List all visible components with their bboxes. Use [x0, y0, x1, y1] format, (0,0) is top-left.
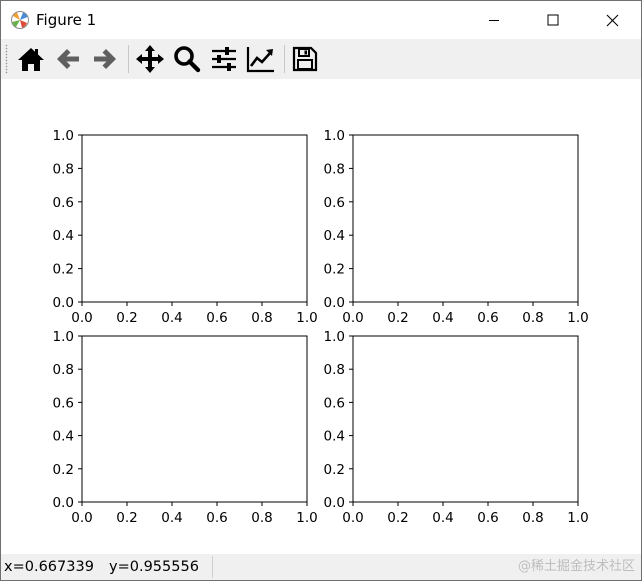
y-tick-label: 0.2 — [53, 462, 74, 478]
subplots-grid: 0.0 0.2 0.4 0.6 0.8 1.00.00.20.40.60.81.00.0 0… — [53, 128, 589, 526]
x-tick-label: 0.6 — [206, 310, 227, 326]
x-tick-label: 0.6 — [477, 310, 498, 326]
arrow-right-icon — [94, 49, 116, 69]
window-title: Figure 1 — [36, 11, 97, 29]
x-tick-label: 0.4 — [161, 510, 182, 526]
y-tick-label: 0.6 — [53, 195, 74, 211]
y-coordinate-readout: y=0.955556 — [109, 559, 199, 575]
toolbar-separator — [128, 45, 129, 73]
y-tick-label: 0.6 — [324, 195, 345, 211]
x-tick-label: 1.0 — [567, 510, 588, 526]
x-tick-label: 1.0 — [296, 510, 317, 526]
y-tick-label: 1.0 — [324, 329, 345, 345]
move-arrows-icon — [136, 45, 164, 73]
back-button[interactable] — [52, 43, 84, 75]
x-tick-label: 0.8 — [522, 510, 543, 526]
x-tick-label: 0.8 — [251, 510, 272, 526]
y-tick-label: 0.8 — [53, 161, 74, 177]
toolbar-separator — [284, 45, 285, 73]
home-button[interactable] — [15, 43, 47, 75]
y-tick-label: 0.4 — [324, 228, 345, 244]
x-tick-label: 0.2 — [387, 310, 408, 326]
x-tick-label: 0.8 — [251, 310, 272, 326]
y-tick-label: 1.0 — [53, 128, 74, 144]
axes-frame-bottom-right — [352, 335, 579, 503]
sliders-icon — [212, 47, 236, 71]
matplotlib-logo-icon — [10, 10, 30, 30]
x-tick-label: 0.0 — [71, 310, 92, 326]
title-bar: Figure 1 — [1, 1, 641, 39]
save-button[interactable] — [289, 43, 321, 75]
y-tick-label: 1.0 — [53, 329, 74, 345]
minimize-icon — [489, 20, 499, 21]
x-coordinate-readout: x=0.667339 — [4, 559, 94, 575]
y-tick-label: 0.4 — [53, 429, 74, 445]
zoom-button[interactable] — [171, 43, 203, 75]
maximize-button[interactable] — [523, 1, 583, 39]
arrow-left-icon — [57, 49, 79, 69]
status-separator — [212, 556, 213, 578]
x-tick-label: 0.0 — [342, 510, 363, 526]
floppy-disk-icon — [292, 46, 318, 72]
x-tick-label: 0.2 — [116, 510, 137, 526]
x-tick-label: 0.6 — [206, 510, 227, 526]
x-tick-label: 0.4 — [161, 310, 182, 326]
y-tick-label: 0.6 — [53, 395, 74, 411]
axes-frame-top-left — [81, 134, 308, 303]
toolbar-grip-handle[interactable] — [5, 44, 8, 74]
watermark-text: @稀土掘金技术社区 — [517, 559, 635, 574]
y-tick-label: 1.0 — [324, 128, 345, 144]
axes-frame-top-right — [352, 134, 579, 303]
y-tick-label: 0.4 — [53, 228, 74, 244]
x-tick-label: 1.0 — [296, 310, 317, 326]
axes-frame-bottom-left — [81, 335, 308, 503]
y-tick-label: 0.0 — [53, 495, 74, 511]
x-tick-label: 0.4 — [432, 510, 453, 526]
close-button[interactable] — [582, 1, 641, 39]
maximize-icon — [547, 14, 559, 26]
x-tick-label: 0.0 — [71, 510, 92, 526]
magnifier-icon — [174, 46, 201, 73]
chart-line-icon — [246, 47, 274, 73]
navigation-toolbar — [1, 39, 641, 79]
y-tick-label: 0.2 — [324, 462, 345, 478]
minimize-button[interactable] — [464, 1, 524, 39]
status-bar: x=0.667339 y=0.955556 @稀土掘金技术社区 — [1, 554, 641, 580]
y-tick-label: 0.8 — [324, 161, 345, 177]
figure-canvas[interactable]: 0.0 0.2 0.4 0.6 0.8 1.0 0.0 0.2 0.4 0.6 0.8 1.0 0.0 0… — [1, 79, 641, 553]
x-tick-label: 0.8 — [522, 310, 543, 326]
home-icon — [18, 48, 44, 71]
x-tick-label: 1.0 — [567, 310, 588, 326]
y-tick-label: 0.8 — [324, 362, 345, 378]
y-tick-label: 0.4 — [324, 429, 345, 445]
y-tick-label: 0.2 — [324, 262, 345, 278]
y-tick-label: 0.0 — [53, 295, 74, 311]
x-tick-label: 0.6 — [477, 510, 498, 526]
y-tick-label: 0.6 — [324, 395, 345, 411]
y-tick-label: 0.0 — [324, 495, 345, 511]
y-tick-label: 0.0 — [324, 295, 345, 311]
x-tick-label: 0.2 — [116, 310, 137, 326]
y-tick-label: 0.8 — [53, 362, 74, 378]
forward-button[interactable] — [89, 43, 121, 75]
x-tick-label: 0.2 — [387, 510, 408, 526]
edit-axis-button[interactable] — [245, 43, 277, 75]
x-tick-label: 0.4 — [432, 310, 453, 326]
configure-subplots-button[interactable] — [208, 43, 240, 75]
figure-window: Figure 1 0.0 0.2 0.4 0.6 0.8 1.0 0.0 0.2… — [0, 0, 642, 581]
x-tick-label: 0.0 — [342, 310, 363, 326]
y-tick-label: 0.2 — [53, 262, 74, 278]
close-icon — [606, 14, 618, 26]
pan-button[interactable] — [134, 43, 166, 75]
